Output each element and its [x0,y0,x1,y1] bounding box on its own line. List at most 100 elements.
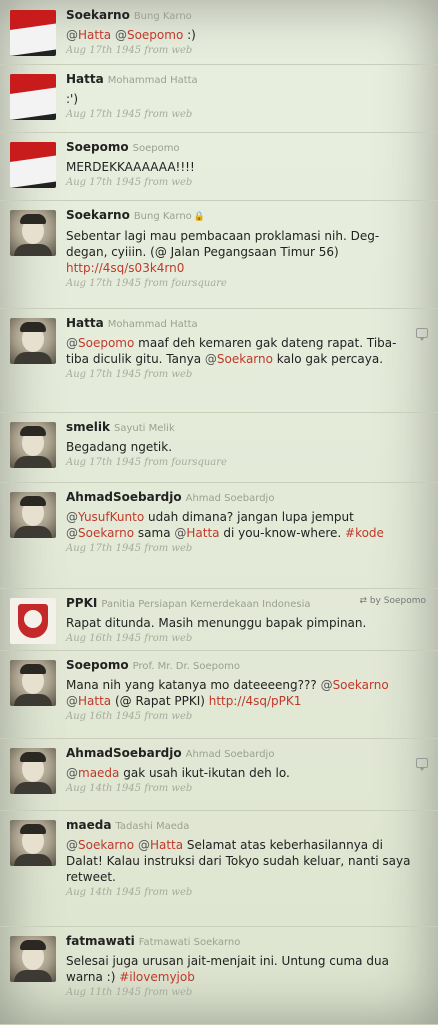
avatar[interactable] [10,820,56,866]
tweet[interactable]: Hatta Mohammad Hatta @Soepomo maaf deh kem… [0,308,438,413]
text-fragment: @ [114,28,127,42]
tweet-text: @maeda gak usah ikut-ikutan deh lo. [66,765,416,781]
text-fragment: @ [204,352,217,366]
screen-name[interactable]: AhmadSoebardjo [66,746,182,760]
tweet-text: MERDEKKAAAAAA!!!! [66,159,416,175]
tweet-meta[interactable]: Aug 17th 1945 from web [66,369,416,380]
tweet-meta[interactable]: Aug 17th 1945 from foursquare [66,457,416,468]
text-fragment: @ [66,766,78,780]
real-name: Mohammad Hatta [107,75,198,86]
tweet[interactable]: Soepomo Soepomo MERDEKKAAAAAA!!!! Aug 17th … [0,132,438,201]
real-name: Ahmad Soebardjo [185,493,275,504]
text-fragment: Begadang ngetik. [66,440,173,454]
tweet[interactable]: Soepomo Prof. Mr. Dr. Soepomo Mana nih yan… [0,650,438,739]
tweet-meta[interactable]: Aug 17th 1945 from web [66,45,416,56]
avatar[interactable] [10,142,56,188]
retweet-by: by Soepomo [369,596,426,606]
text-fragment: @ [66,28,78,42]
text-fragment: sama [134,526,175,540]
screen-name[interactable]: Soekarno [66,208,130,222]
real-name: Mohammad Hatta [107,319,198,330]
tweet[interactable]: maeda Tadashi Maeda @Soekarno @Hatta Selam… [0,810,438,927]
screen-name[interactable]: AhmadSoebardjo [66,490,182,504]
tweet[interactable]: Hatta Mohammad Hatta :') Aug 17th 1945 from… [0,64,438,133]
tweet-meta[interactable]: Aug 17th 1945 from foursquare [66,278,416,289]
mention-link[interactable]: maeda [78,766,119,780]
tweet-meta[interactable]: Aug 17th 1945 from web [66,177,416,188]
real-name: Bung Karno [133,11,192,22]
tweet[interactable]: fatmawati Fatmawati Soekarno Selesai juga … [0,926,438,1025]
mention-link[interactable]: Hatta [150,838,183,852]
real-name: Ahmad Soebardjo [185,749,275,760]
tweet[interactable]: AhmadSoebardjo Ahmad Soebardjo @YusufKunto… [0,482,438,589]
hashtag-link[interactable]: #kode [345,526,384,540]
real-name: Sayuti Melik [114,423,175,434]
tweet-meta[interactable]: Aug 14th 1945 from web [66,887,416,898]
avatar[interactable] [10,598,56,644]
screen-name[interactable]: smelik [66,420,110,434]
real-name: Soepomo [132,143,180,154]
tweet-meta[interactable]: Aug 14th 1945 from web [66,783,416,794]
mention-link[interactable]: Hatta [78,694,111,708]
tweet-meta[interactable]: Aug 16th 1945 from web [66,633,416,644]
text-fragment: :) [183,28,196,42]
text-fragment: gak usah ikut-ikutan deh lo. [119,766,290,780]
tweet[interactable]: smelik Sayuti Melik Begadang ngetik. Aug 17… [0,412,438,483]
mention-link[interactable]: Soekarno [333,678,389,692]
tweet-meta[interactable]: Aug 17th 1945 from web [66,109,416,120]
mention-link[interactable]: Soekarno [78,526,134,540]
retweet-indicator: ⇄ by Soepomo [359,596,426,606]
tweet[interactable]: Soekarno Bung Karno 🔒 Sebentar lagi mau pem… [0,200,438,309]
tweet[interactable]: PPKI Panitia Persiapan Kemerdekaan Indone… [0,588,438,651]
tweet-meta[interactable]: Aug 17th 1945 from web [66,543,416,554]
mention-link[interactable]: Soekarno [78,838,134,852]
tweet-meta[interactable]: Aug 16th 1945 from web [66,711,416,722]
tweet[interactable]: Soekarno Bung Karno @Hatta @Soepomo :) Aug … [0,0,438,65]
tweet[interactable]: AhmadSoebardjo Ahmad Soebardjo @maeda gak … [0,738,438,811]
avatar[interactable] [10,748,56,794]
text-fragment: kalo gak percaya. [272,352,384,366]
tweet-text: Mana nih yang katanya mo dateeeeng??? @S… [66,677,416,709]
tweet-text: Begadang ngetik. [66,439,416,455]
text-fragment: udah dimana? jangan lupa jemput [144,510,354,524]
url-link[interactable]: http://4sq/s03k4rn0 [66,261,184,275]
screen-name[interactable]: fatmawati [66,934,135,948]
avatar[interactable] [10,422,56,468]
mention-link[interactable]: Soepomo [78,336,134,350]
screen-name[interactable]: Soepomo [66,658,129,672]
url-link[interactable]: http://4sq/pPK1 [209,694,302,708]
hashtag-link[interactable]: #ilovemyjob [119,970,195,984]
tweet-meta[interactable]: Aug 11th 1945 from web [66,987,416,998]
screen-name[interactable]: Soepomo [66,140,129,154]
mention-link[interactable]: Hatta [78,28,111,42]
mention-link[interactable]: Soekarno [217,352,273,366]
screen-name[interactable]: Hatta [66,316,104,330]
mention-link[interactable]: Hatta [186,526,219,540]
tweet-text: @YusufKunto udah dimana? jangan lupa jem… [66,509,416,541]
text-fragment: Mana nih yang katanya mo dateeeeng??? [66,678,321,692]
real-name: Panitia Persiapan Kemerdekaan Indonesia [101,599,311,610]
avatar[interactable] [10,318,56,364]
avatar[interactable] [10,10,56,56]
avatar[interactable] [10,74,56,120]
screen-name[interactable]: Soekarno [66,8,130,22]
text-fragment: @ [137,838,150,852]
tweet-text: @Hatta @Soepomo :) [66,27,416,43]
screen-name[interactable]: maeda [66,818,111,832]
real-name: Prof. Mr. Dr. Soepomo [132,661,240,672]
mention-link[interactable]: Soepomo [127,28,183,42]
avatar[interactable] [10,936,56,982]
screen-name[interactable]: Hatta [66,72,104,86]
tweet-text: :') [66,91,416,107]
tweet-text: @Soekarno @Hatta Selamat atas keberhasil… [66,837,416,885]
screen-name[interactable]: PPKI [66,596,97,610]
text-fragment: :') [66,92,79,106]
mention-link[interactable]: YusufKunto [78,510,144,524]
avatar[interactable] [10,492,56,538]
avatar[interactable] [10,660,56,706]
reply-icon[interactable] [416,758,428,771]
text-fragment: MERDEKKAAAAAA!!!! [66,160,195,174]
reply-icon[interactable] [416,328,428,341]
text-fragment: @ [66,526,78,540]
avatar[interactable] [10,210,56,256]
